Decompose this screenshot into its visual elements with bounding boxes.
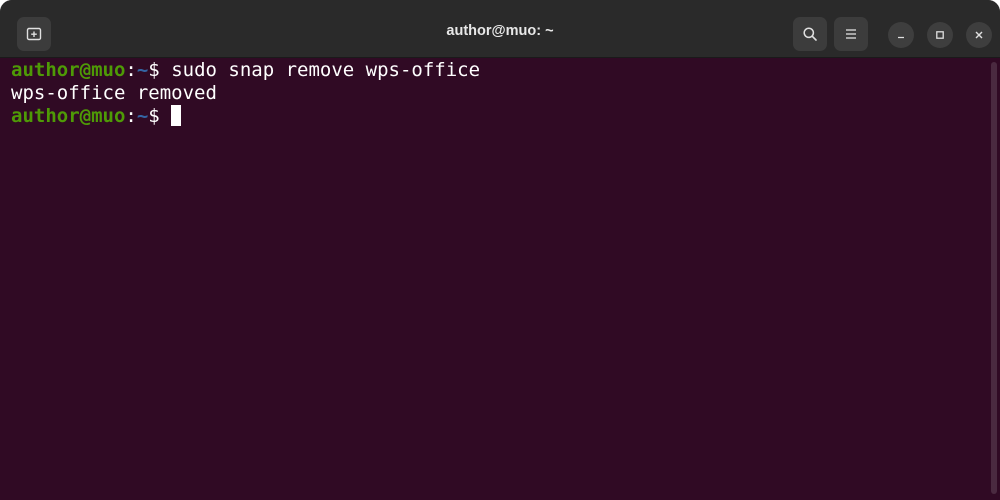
new-tab-button[interactable]: [17, 17, 51, 51]
terminal-output-area[interactable]: author@muo:~$ sudo snap remove wps-offic…: [0, 58, 1000, 500]
maximize-icon: [936, 31, 944, 39]
prompt-symbol: $: [148, 105, 172, 127]
prompt-symbol: $: [148, 59, 172, 81]
minimize-button[interactable]: [888, 22, 914, 48]
prompt-user: author@muo: [11, 59, 126, 81]
prompt-colon: :: [125, 59, 137, 81]
hamburger-menu-icon: [846, 29, 856, 39]
maximize-button[interactable]: [927, 22, 953, 48]
prompt-colon: :: [125, 105, 137, 127]
terminal-window: author@muo: ~ author@muo:~$ sudo snap re…: [0, 0, 1000, 500]
text-cursor: [171, 105, 182, 126]
terminal-line-output: wps-office removed: [11, 82, 1000, 105]
title-bar[interactable]: author@muo: ~: [0, 0, 1000, 58]
search-icon: [803, 27, 817, 41]
terminal-line-prompt: author@muo:~$: [11, 105, 1000, 128]
prompt-path: ~: [136, 59, 149, 81]
terminal-line-command: author@muo:~$ sudo snap remove wps-offic…: [11, 59, 1000, 82]
output-text: wps-office removed: [11, 82, 217, 104]
close-button[interactable]: [966, 22, 992, 48]
close-icon: [975, 31, 983, 39]
menu-button[interactable]: [834, 17, 868, 51]
scrollbar[interactable]: [991, 62, 997, 494]
minimize-icon: [898, 36, 904, 39]
command-text: sudo snap remove wps-office: [171, 59, 481, 81]
search-button[interactable]: [793, 17, 827, 51]
prompt-user: author@muo: [11, 105, 126, 127]
prompt-path: ~: [136, 105, 149, 127]
new-tab-icon: [26, 27, 42, 41]
